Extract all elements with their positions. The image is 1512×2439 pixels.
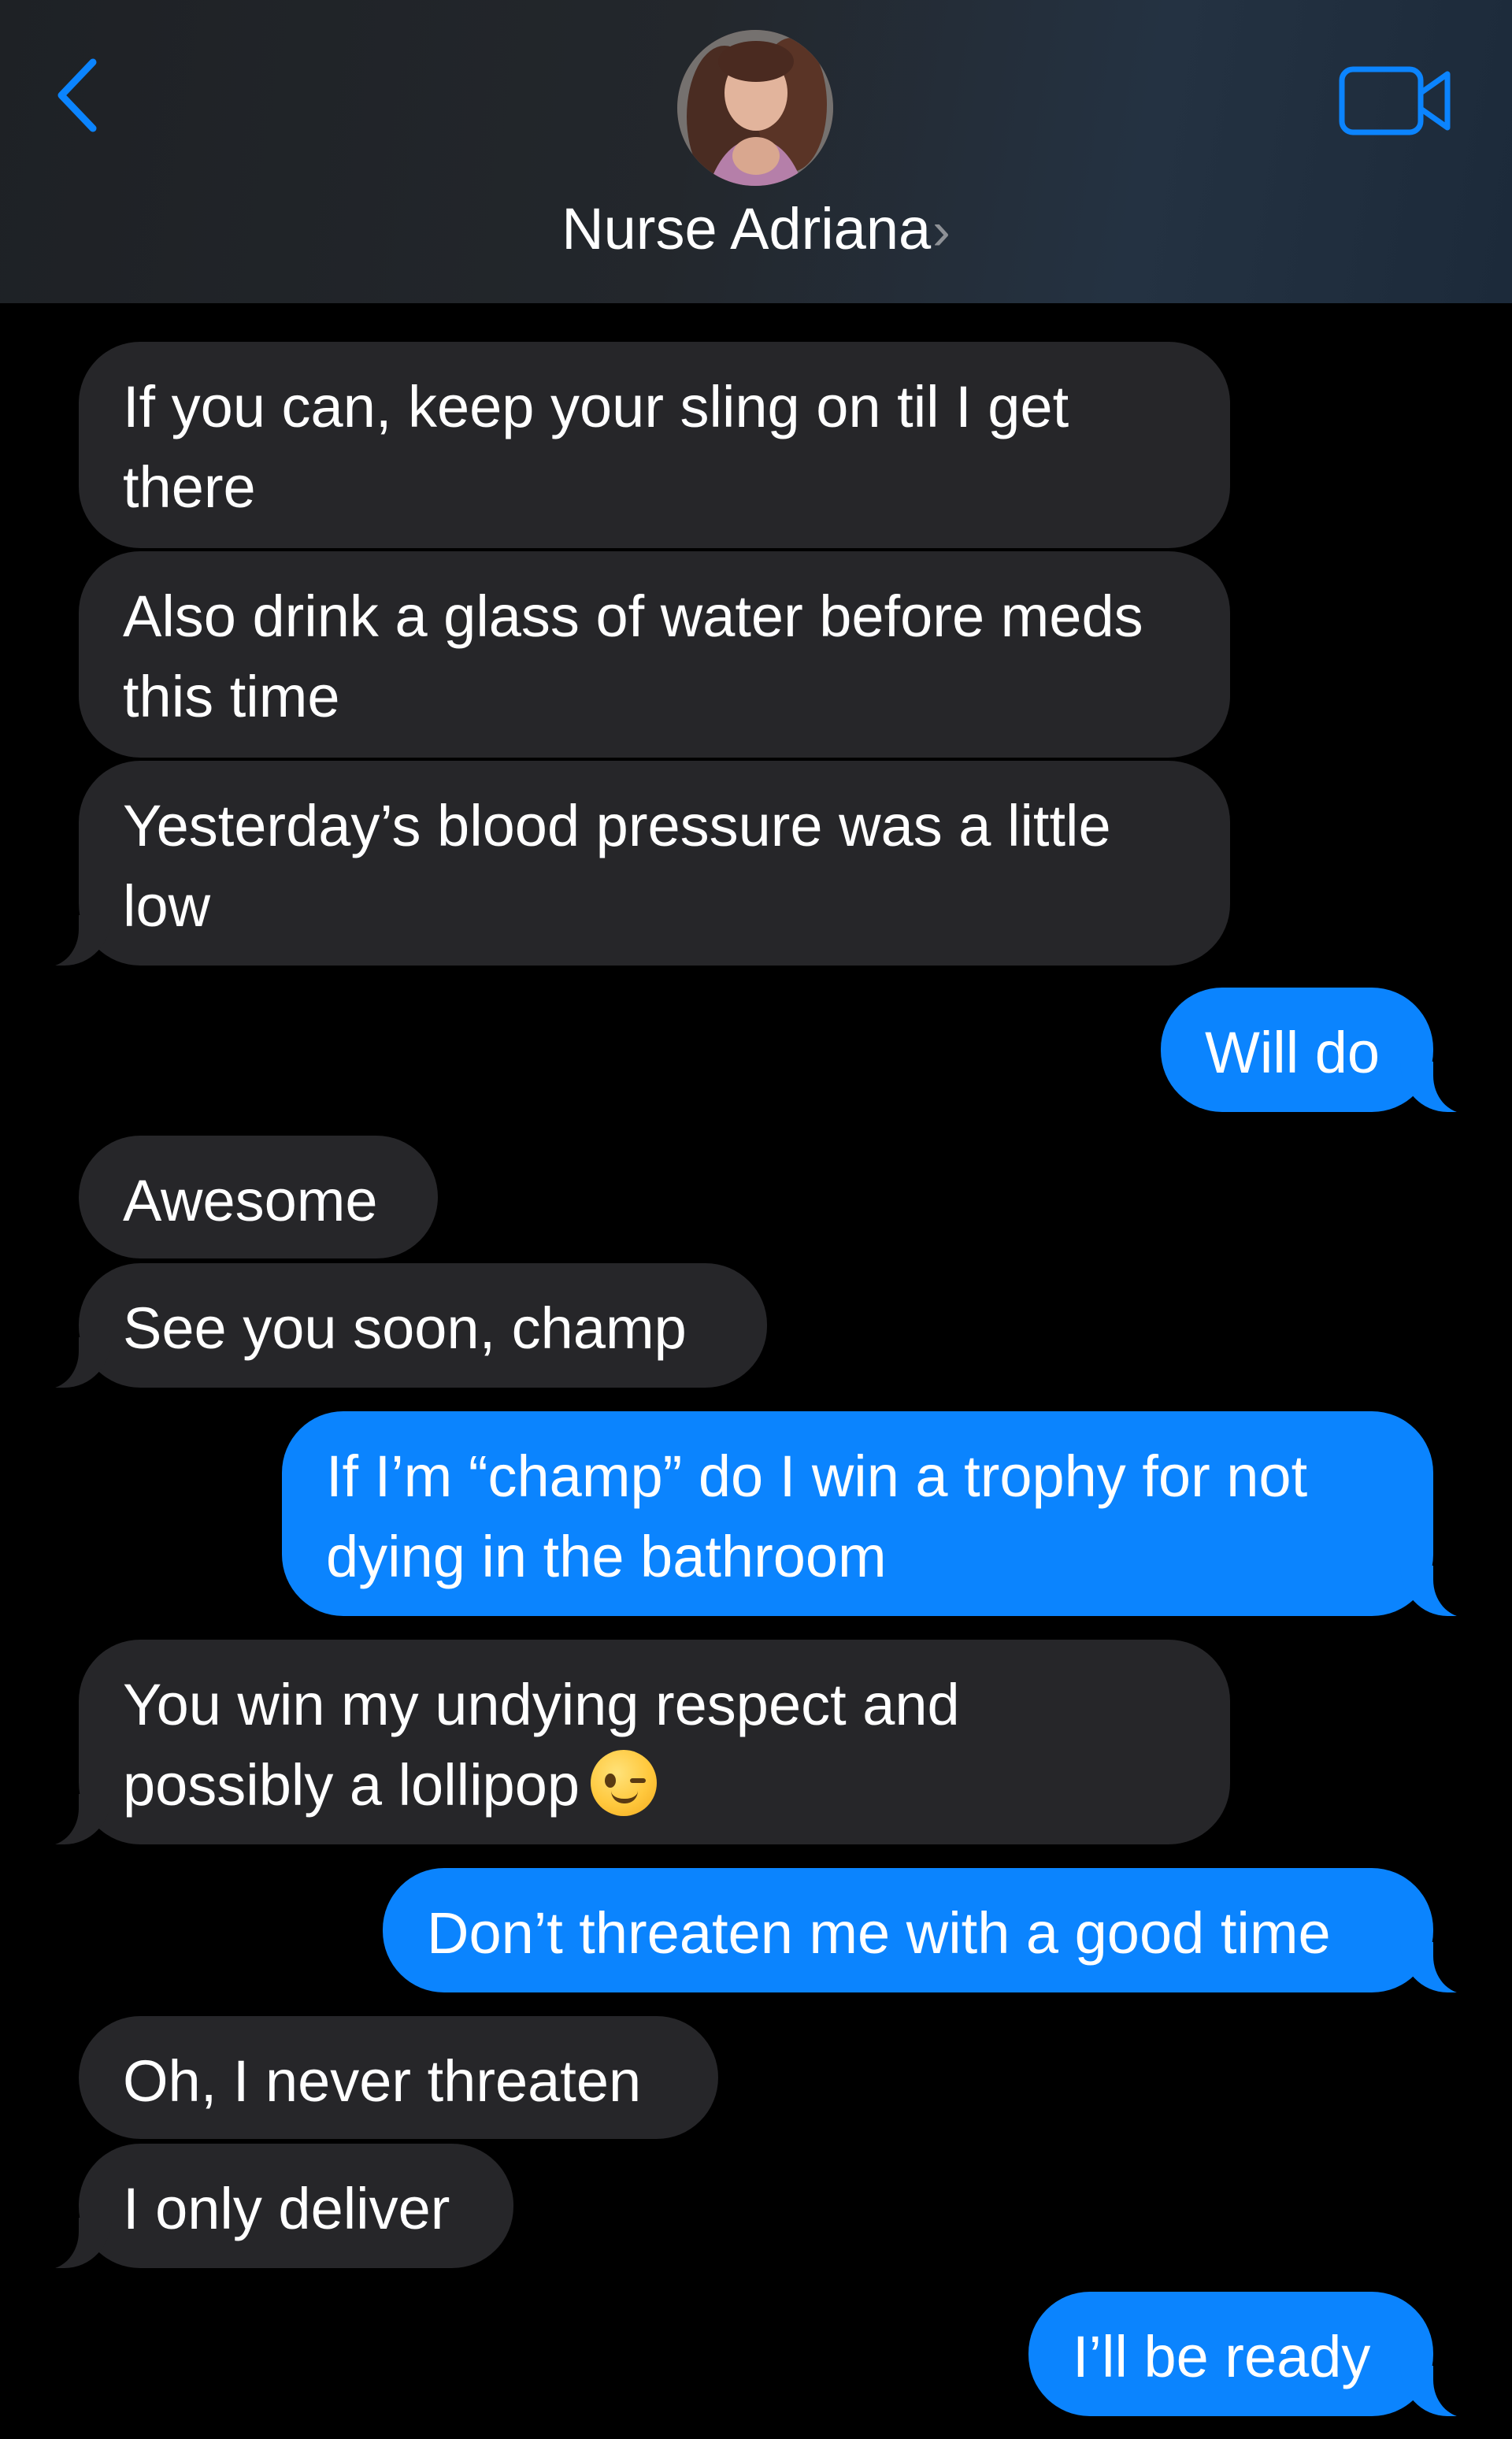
avatar-photo — [677, 30, 833, 186]
message-text: Oh, I never threaten — [123, 2048, 642, 2114]
back-button[interactable] — [49, 52, 106, 139]
winking-face-emoji — [591, 1750, 658, 1816]
received-message[interactable]: Awesome — [79, 1136, 438, 1258]
conversation-header: Nurse Adriana› — [0, 0, 1512, 303]
message-text: Also drink a glass of water before meds … — [123, 584, 1143, 729]
sent-message[interactable]: Will do — [1161, 988, 1480, 1114]
message-text: See you soon, champ — [123, 1295, 687, 1361]
received-message[interactable]: I only deliver — [32, 2144, 513, 2270]
message-text: Will do — [1205, 1020, 1380, 1085]
message-text: If you can, keep your sling on til I get… — [123, 374, 1069, 520]
message-text: If I’m “champ” do I win a trophy for not… — [326, 1444, 1308, 1589]
message-text: Awesome — [123, 1168, 378, 1233]
received-message[interactable]: You win my undying respect and possibly … — [32, 1640, 1230, 1846]
sent-message[interactable]: I’ll be ready — [1028, 2292, 1480, 2418]
facetime-video-button[interactable] — [1339, 63, 1452, 139]
message-text: Don’t threaten me with a good time — [427, 1900, 1331, 1966]
message-text: You win my undying respect and possibly … — [123, 1672, 960, 1818]
sent-message[interactable]: Don’t threaten me with a good time — [383, 1868, 1480, 1994]
contact-name-button[interactable]: Nurse Adriana› — [0, 194, 1512, 266]
received-message[interactable]: Yesterday’s blood pressure was a little … — [32, 761, 1230, 967]
received-message[interactable]: Oh, I never threaten — [79, 2016, 718, 2139]
contact-avatar[interactable] — [677, 30, 833, 186]
received-message[interactable]: See you soon, champ — [32, 1263, 767, 1389]
chevron-right-icon: › — [932, 201, 951, 261]
received-message[interactable]: If you can, keep your sling on til I get… — [79, 342, 1230, 548]
sent-message[interactable]: If I’m “champ” do I win a trophy for not… — [282, 1411, 1480, 1618]
received-message[interactable]: Also drink a glass of water before meds … — [79, 551, 1230, 758]
message-text: I only deliver — [123, 2176, 450, 2241]
chevron-left-icon — [57, 58, 97, 132]
message-text: Yesterday’s blood pressure was a little … — [123, 793, 1111, 939]
message-text: I’ll be ready — [1073, 2324, 1371, 2389]
contact-name: Nurse Adriana — [561, 196, 932, 261]
video-camera-icon — [1339, 66, 1451, 135]
